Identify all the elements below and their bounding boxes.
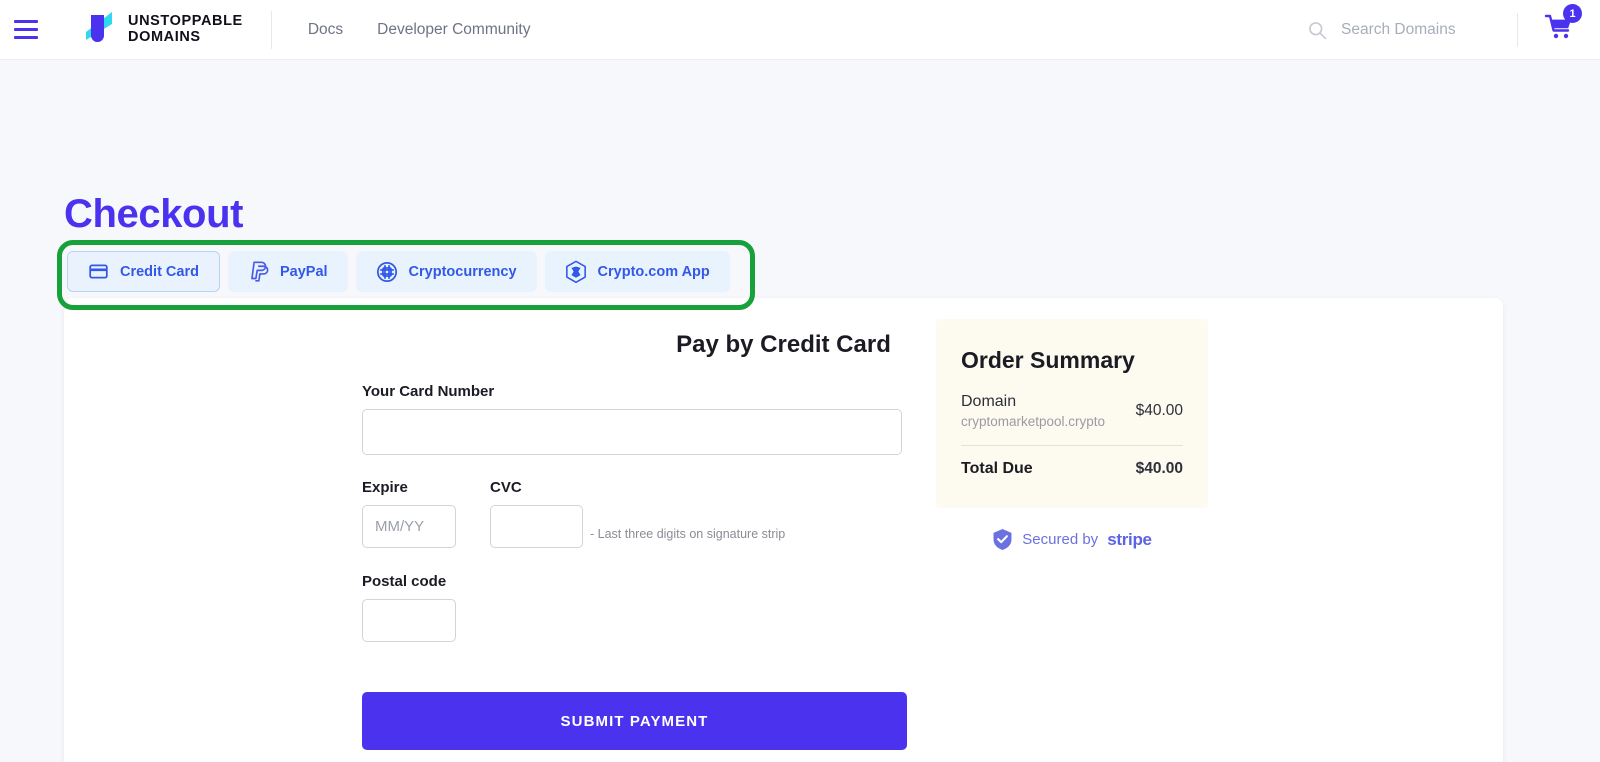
expire-input[interactable] [362, 505, 456, 548]
tab-credit-card[interactable]: Credit Card [67, 251, 220, 292]
brand-line-2: DOMAINS [128, 28, 201, 45]
order-item-text: Domain cryptomarketpool.crypto [961, 392, 1105, 429]
search-input[interactable] [1341, 20, 1491, 39]
tab-label: Crypto.com App [597, 263, 710, 280]
header-divider [270, 10, 272, 49]
site-header: UNSTOPPABLE DOMAINS Docs Developer Commu… [0, 0, 1600, 60]
nav-item-docs[interactable]: Docs [298, 15, 353, 45]
stripe-wordmark: stripe [1107, 529, 1152, 549]
postal-code-label: Postal code [362, 573, 447, 590]
cvc-label: CVC [490, 479, 522, 496]
tab-label: PayPal [279, 263, 328, 280]
cvc-field-group: CVC - Last three digits on signature str… [490, 479, 785, 548]
payment-method-tabs: Credit Card PayPal Cryptocurrency Crypto… [67, 251, 730, 292]
card-number-input[interactable] [362, 409, 902, 455]
order-item-name: Domain [961, 393, 1017, 410]
crypto-com-icon [565, 260, 586, 283]
cart-badge-count: 1 [1563, 4, 1582, 23]
order-summary-title: Order Summary [961, 347, 1135, 373]
cart-button[interactable]: 1 [1518, 4, 1582, 46]
tab-label: Credit Card [120, 263, 199, 280]
checkout-page: Checkout Credit Card PayPal Cryptocurren… [0, 60, 1600, 762]
tab-label: Cryptocurrency [408, 263, 517, 280]
order-summary-line-item: Domain cryptomarketpool.crypto $40.00 [961, 392, 1183, 429]
search-box[interactable] [1307, 20, 1517, 40]
credit-card-icon [89, 264, 108, 279]
hamburger-bar [14, 28, 38, 31]
header-right-group: 1 [1307, 4, 1582, 47]
hamburger-menu-icon[interactable] [0, 0, 52, 60]
tab-cryptocurrency[interactable]: Cryptocurrency [355, 251, 537, 292]
order-item-price: $40.00 [1135, 401, 1183, 419]
expire-label: Expire [362, 479, 408, 496]
search-icon [1309, 21, 1327, 39]
tab-crypto-com-app[interactable]: Crypto.com App [544, 251, 730, 292]
nav-item-developer-community[interactable]: Developer Community [367, 15, 540, 45]
pay-by-credit-card-heading: Pay by Credit Card [676, 331, 891, 358]
expire-field-group: Expire [362, 479, 490, 548]
crypto-coin-icon [376, 261, 397, 282]
hamburger-bar [14, 36, 38, 39]
unstoppable-domains-logo-icon [86, 11, 112, 42]
shield-check-icon [993, 529, 1012, 550]
expire-cvc-row: Expire CVC - Last three digits on signat… [362, 479, 907, 548]
page-title: Checkout [64, 192, 244, 236]
order-summary-card: Order Summary Domain cryptomarketpool.cr… [936, 319, 1208, 508]
total-due-label: Total Due [961, 460, 1033, 477]
brand-line-1: UNSTOPPABLE [128, 12, 243, 29]
secured-by-stripe-badge: Secured by stripe [936, 528, 1208, 551]
total-due-value: $40.00 [1135, 460, 1183, 477]
brand-name: UNSTOPPABLE DOMAINS [128, 12, 243, 45]
cvc-input[interactable] [490, 505, 583, 548]
header-nav: Docs Developer Community [298, 15, 541, 45]
cvc-hint-text: - Last three digits on signature strip [590, 527, 786, 541]
tab-paypal[interactable]: PayPal [227, 251, 348, 292]
paypal-icon [251, 261, 269, 282]
brand-logo-link[interactable]: UNSTOPPABLE DOMAINS [76, 9, 243, 51]
card-number-label: Your Card Number [362, 383, 495, 400]
secured-by-text: Secured by [1022, 531, 1099, 548]
order-summary-total-row: Total Due $40.00 [961, 460, 1183, 478]
postal-code-input[interactable] [362, 599, 456, 642]
submit-payment-button[interactable]: SUBMIT PAYMENT [362, 692, 907, 750]
postal-field-group: Postal code [362, 573, 907, 642]
hamburger-bar [14, 20, 38, 23]
checkout-card: Pay by Credit Card Your Card Number Expi… [64, 298, 1503, 762]
credit-card-form: Your Card Number Expire CVC - Last three… [362, 383, 907, 750]
order-item-domain: cryptomarketpool.crypto [961, 414, 1106, 429]
order-summary-divider [961, 445, 1183, 446]
